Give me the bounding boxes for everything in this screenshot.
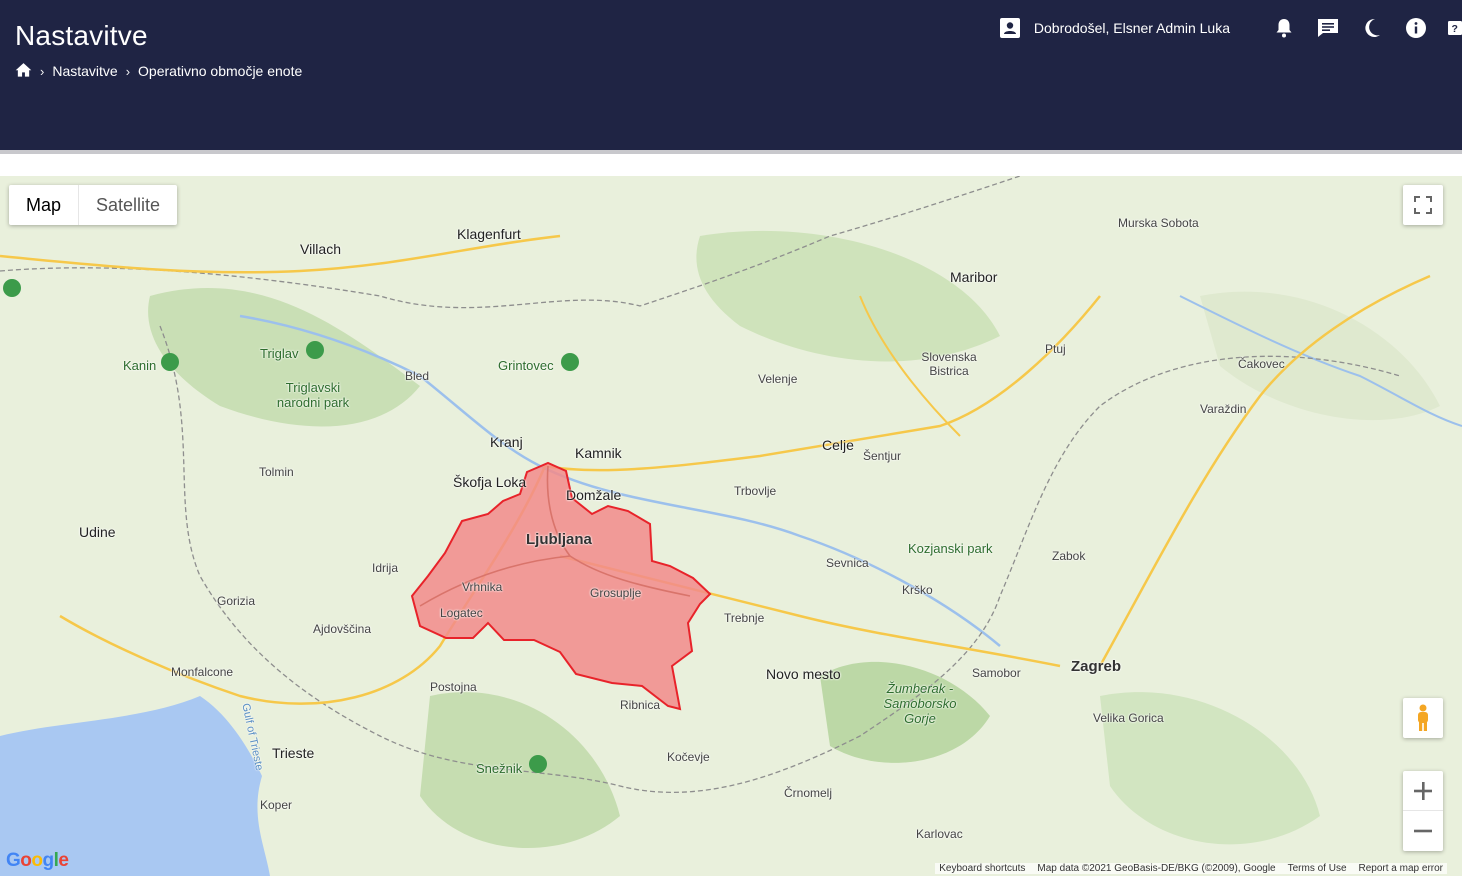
info-icon[interactable] — [1404, 16, 1428, 40]
breadcrumb-item-settings[interactable]: Nastavitve — [52, 63, 117, 79]
map-label-gorizia: Gorizia — [217, 594, 256, 608]
app-header: Nastavitve › Nastavitve › Operativno obm… — [0, 0, 1462, 150]
map-label-udine: Udine — [79, 524, 116, 540]
pegman-icon — [1418, 704, 1428, 731]
keyboard-shortcuts-link[interactable]: Keyboard shortcuts — [939, 863, 1025, 874]
map-label-velenje: Velenje — [758, 372, 798, 386]
map-label-sneznik: Snežnik — [476, 761, 523, 776]
map-label-murska-sobota: Murska Sobota — [1118, 216, 1199, 230]
home-icon[interactable] — [15, 62, 32, 80]
svg-text:?: ? — [1452, 23, 1458, 35]
map-label-trieste: Trieste — [272, 745, 315, 761]
notifications-icon[interactable] — [1272, 16, 1296, 40]
map-label-ajdovscina: Ajdovščina — [313, 622, 372, 636]
report-error-link[interactable]: Report a map error — [1359, 863, 1443, 874]
operating-area-map[interactable]: Ljubljana Vrhnika Logatec Grosuplje Domž… — [0, 176, 1462, 876]
map-label-zagreb: Zagreb — [1071, 658, 1122, 675]
zoom-control — [1403, 771, 1443, 851]
map-label-kozjanski-park: Kozjanski park — [908, 541, 993, 556]
map-label-kamnik: Kamnik — [575, 445, 622, 461]
map-label-triglav-park: Triglavski narodni park — [276, 380, 350, 410]
map-label-samobor: Samobor — [972, 666, 1021, 680]
map-label-koper: Koper — [260, 798, 293, 812]
user-menu[interactable]: Dobrodošel, Elsner Admin Luka — [999, 18, 1230, 38]
street-view-button[interactable] — [1403, 698, 1443, 738]
map-label-slovenska-bistrica: Slovenska Bistrica — [921, 350, 977, 378]
map-label-sentjur: Šentjur — [863, 449, 902, 463]
user-greeting: Dobrodošel, Elsner Admin Luka — [1033, 20, 1230, 36]
map-label-novo-mesto: Novo mesto — [766, 666, 841, 682]
zoom-in-button[interactable] — [1403, 771, 1443, 811]
map-label-idrija: Idrija — [372, 561, 399, 575]
chevron-right-icon: › — [125, 63, 131, 79]
map-label-trebnje: Trebnje — [724, 611, 765, 625]
dark-mode-icon[interactable] — [1360, 16, 1384, 40]
map-label-vrhnika: Vrhnika — [462, 580, 503, 594]
help-icon[interactable]: ? — [1448, 16, 1462, 40]
terms-link[interactable]: Terms of Use — [1288, 863, 1347, 874]
map-label-trbovlje: Trbovlje — [734, 484, 777, 498]
map-label-kocevje: Kočevje — [667, 750, 710, 764]
account-icon — [999, 18, 1020, 38]
map-label-maribor: Maribor — [950, 269, 998, 285]
header-divider — [0, 150, 1462, 154]
map-label-logatec: Logatec — [440, 606, 483, 620]
map-type-map-button[interactable]: Map — [9, 185, 80, 225]
map-label-tolmin: Tolmin — [259, 465, 294, 479]
map-label-varazdin: Varaždin — [1200, 402, 1247, 416]
map-label-velika-gorica: Velika Gorica — [1093, 711, 1164, 725]
map-label-ljubljana: Ljubljana — [526, 531, 592, 548]
map-label-skofja-loka: Škofja Loka — [453, 474, 527, 490]
minus-icon — [1414, 829, 1432, 833]
plus-icon — [1414, 781, 1432, 800]
map-label-ribnica: Ribnica — [620, 698, 661, 712]
map-label-ptuj: Ptuj — [1045, 342, 1066, 356]
fullscreen-button[interactable] — [1403, 185, 1443, 225]
zoom-out-button[interactable] — [1403, 811, 1443, 851]
breadcrumb-item-current: Operativno območje enote — [138, 63, 303, 79]
map-footer: Keyboard shortcuts Map data ©2021 GeoBas… — [935, 863, 1447, 874]
map-base — [0, 176, 1462, 876]
map-label-zabok: Zabok — [1052, 549, 1086, 563]
map-label-crnomelj: Črnomelj — [784, 786, 833, 800]
map-label-zumberak: Žumberak - Samoborsko Gorje — [883, 681, 957, 726]
google-logo: Google — [6, 850, 69, 871]
map-label-celje: Celje — [822, 437, 854, 453]
map-label-bled: Bled — [405, 369, 430, 383]
page-title: Nastavitve — [15, 20, 148, 51]
map-label-sevnica: Sevnica — [826, 556, 869, 570]
map-label-cakovec: Čakovec — [1238, 357, 1285, 371]
map-label-domzale: Domžale — [566, 487, 622, 503]
map-label-monfalcone: Monfalcone — [171, 665, 234, 679]
map-label-grosuplje: Grosuplje — [590, 586, 642, 600]
breadcrumb: › Nastavitve › Operativno območje enote — [15, 62, 302, 80]
map-label-kanin: Kanin — [123, 358, 157, 373]
map-label-krsko: Krško — [902, 583, 933, 597]
map-label-kranj: Kranj — [490, 434, 523, 450]
map-type-satellite-button[interactable]: Satellite — [79, 185, 177, 225]
map-label-grintovec: Grintovec — [498, 358, 554, 373]
map-type-control: Map Satellite — [9, 185, 178, 225]
map-label-triglav: Triglav — [260, 346, 299, 361]
map-label-postojna: Postojna — [430, 680, 477, 694]
map-data-attribution: Map data ©2021 GeoBasis-DE/BKG (©2009), … — [1037, 863, 1276, 874]
chevron-right-icon: › — [40, 63, 45, 79]
map-label-karlovac: Karlovac — [916, 827, 963, 841]
map-label-klagenfurt: Klagenfurt — [457, 226, 521, 242]
fullscreen-icon — [1414, 196, 1432, 214]
messages-icon[interactable] — [1316, 16, 1340, 40]
map-label-villach: Villach — [300, 241, 341, 257]
